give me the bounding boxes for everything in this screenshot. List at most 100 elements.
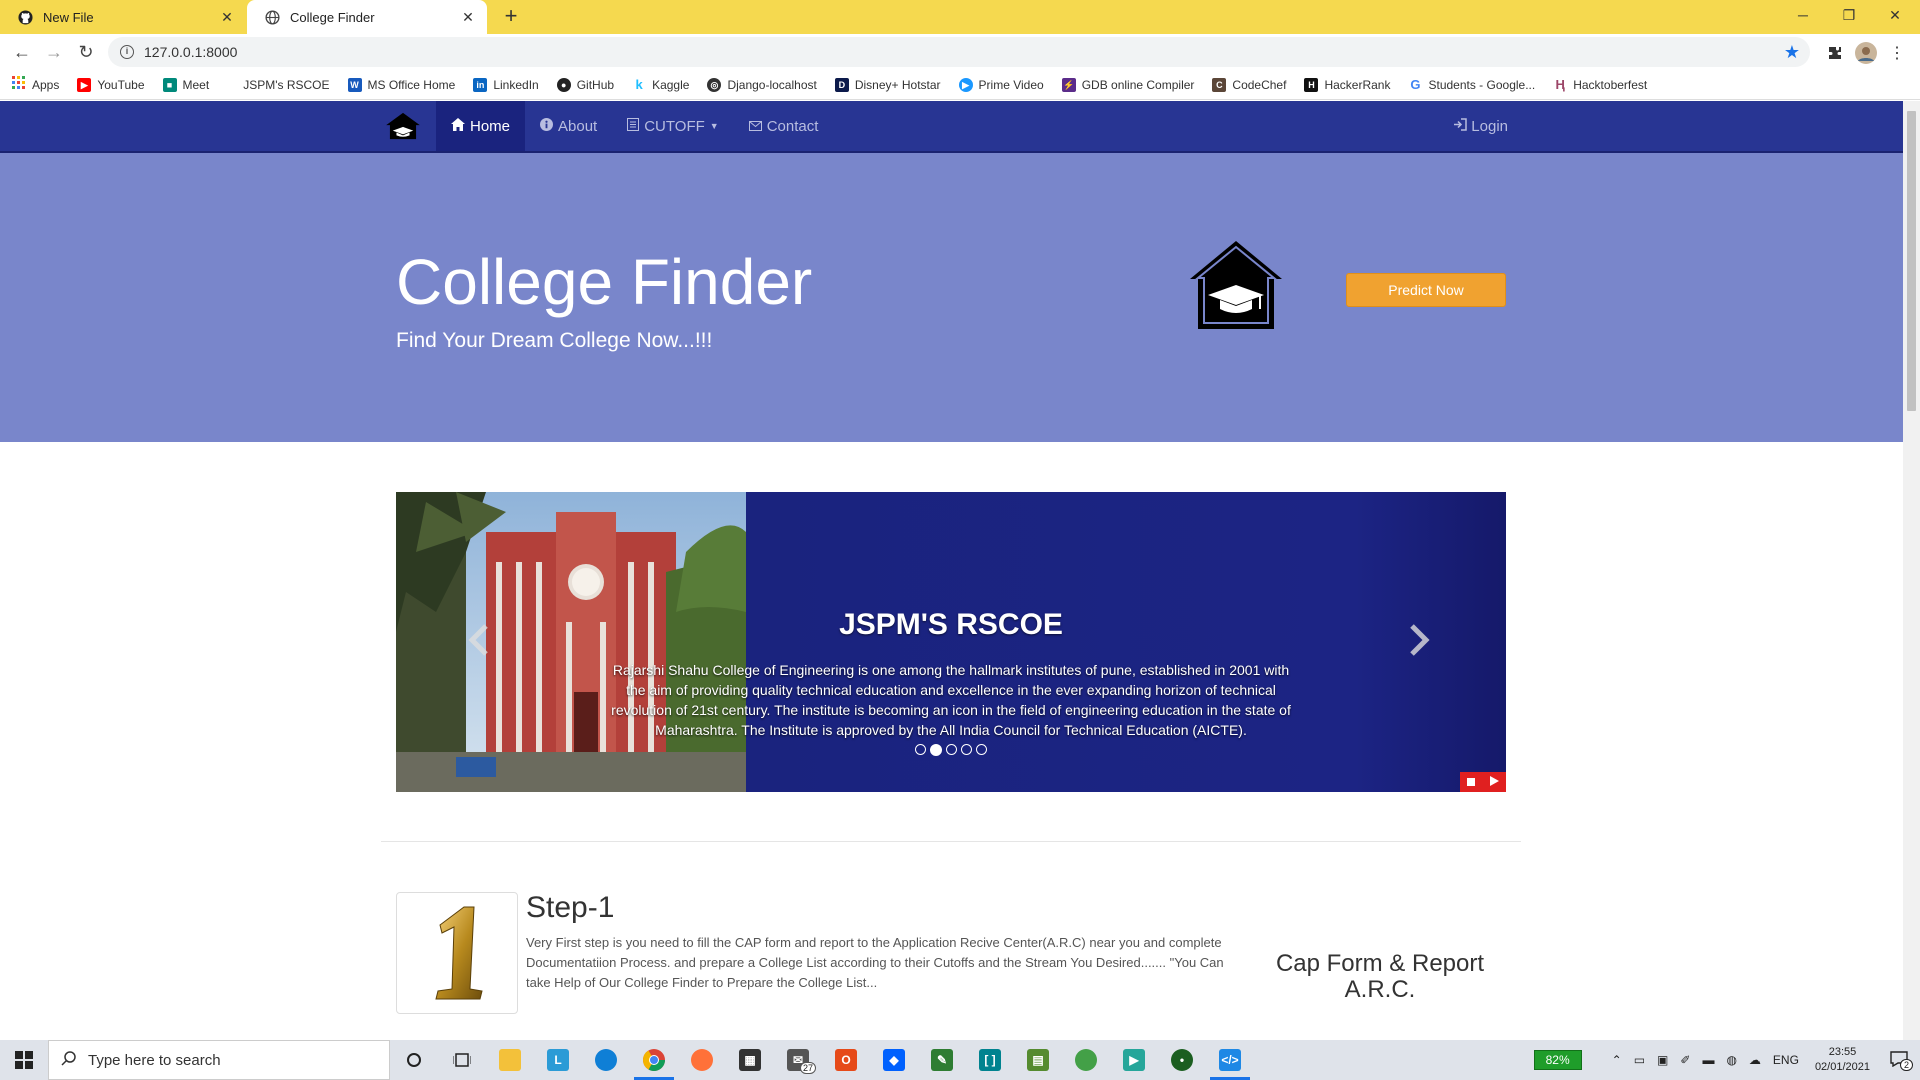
taskbar-search[interactable]: Type here to search (48, 1040, 390, 1080)
cortana-icon[interactable] (390, 1040, 438, 1080)
bookmark-students-google[interactable]: G Students - Google... (1408, 76, 1535, 92)
clock-time: 23:55 (1828, 1046, 1857, 1058)
nav-about[interactable]: About (525, 101, 612, 151)
back-icon[interactable]: ← (10, 40, 34, 64)
battery-icon[interactable]: ▬ (1702, 1053, 1714, 1067)
carousel-controls (1460, 772, 1506, 792)
bookmark-ms-office[interactable]: W MS Office Home (347, 77, 455, 92)
word-icon: W (347, 77, 362, 92)
forward-icon[interactable]: → (42, 40, 66, 64)
bookmark-label: CodeChef (1232, 77, 1287, 92)
google-icon: G (1410, 76, 1421, 92)
pen-tray-icon[interactable]: ✐ (1680, 1053, 1690, 1067)
hackerrank-icon: H (1304, 77, 1319, 92)
profile-avatar[interactable] (1855, 42, 1877, 64)
nav-login[interactable]: Login (1453, 101, 1508, 151)
bookmark-label: GitHub (576, 77, 615, 92)
start-button[interactable] (0, 1040, 48, 1080)
carousel-prev-icon[interactable] (464, 620, 494, 660)
list-icon (627, 118, 640, 134)
bookmark-codechef[interactable]: C CodeChef (1212, 77, 1287, 92)
bookmark-hackerrank[interactable]: H HackerRank (1304, 77, 1390, 92)
minimize-icon[interactable]: ─ (1780, 0, 1826, 30)
file-explorer-icon[interactable] (486, 1040, 534, 1080)
battery-indicator[interactable]: 82% (1533, 1050, 1582, 1070)
chrome-icon[interactable] (630, 1040, 678, 1080)
meet-tray-icon[interactable]: ▭ (1634, 1053, 1645, 1067)
bookmark-star-icon[interactable]: ★ (1784, 42, 1800, 63)
new-tab-button[interactable]: + (498, 4, 524, 30)
bookmark-hotstar[interactable]: D Disney+ Hotstar (834, 77, 941, 92)
reload-icon[interactable]: ↻ (74, 40, 98, 64)
close-window-icon[interactable]: ✕ (1872, 0, 1918, 30)
cloud-icon[interactable]: ☁ (1749, 1053, 1761, 1067)
nav-contact[interactable]: Contact (734, 101, 834, 151)
carousel-dot[interactable] (961, 744, 972, 755)
bookmark-apps[interactable]: Apps (12, 76, 59, 93)
calendar-tray-icon[interactable]: ▣ (1657, 1053, 1668, 1067)
login-icon (1453, 117, 1468, 135)
bookmark-prime-video[interactable]: ▶ Prime Video (958, 77, 1044, 92)
carousel-next-icon[interactable] (1404, 620, 1434, 660)
close-tab-icon[interactable]: ✕ (220, 9, 234, 26)
carousel-caption: JSPM'S RSCOE Rajarshi Shahu College of E… (606, 608, 1296, 740)
carousel-dot[interactable] (946, 744, 957, 755)
address-bar[interactable]: i 127.0.0.1:8000 ★ (108, 37, 1810, 67)
predict-now-button[interactable]: Predict Now (1346, 273, 1506, 307)
bookmark-rscoe[interactable]: JSPM's RSCOE (243, 78, 329, 92)
bookmark-hacktoberfest[interactable]: Ⱨ Hacktoberfest (1553, 77, 1648, 92)
bookmark-meet[interactable]: ■ Meet (162, 77, 209, 92)
carousel-dot-active[interactable] (930, 744, 942, 756)
bookmark-gdb[interactable]: ⚡ GDB online Compiler (1061, 77, 1194, 92)
github-icon (18, 9, 33, 25)
bookmark-django[interactable]: ◎ Django-localhost (707, 77, 817, 92)
firefox-icon[interactable] (678, 1040, 726, 1080)
tab-college-finder[interactable]: College Finder ✕ (247, 0, 487, 34)
bookmark-github[interactable]: ● GitHub (556, 77, 615, 92)
mail-icon[interactable]: ✉ 27 (774, 1040, 822, 1080)
tab-new-file[interactable]: New File ✕ (0, 0, 246, 34)
media-app-icon[interactable]: ▶ (1110, 1040, 1158, 1080)
store-icon[interactable]: ▦ (726, 1040, 774, 1080)
nav-home[interactable]: Home (436, 101, 526, 151)
close-tab-icon[interactable]: ✕ (461, 9, 475, 26)
carousel-dot[interactable] (915, 744, 926, 755)
bracket-app-icon[interactable]: [ ] (966, 1040, 1014, 1080)
bookmark-label: Django-localhost (727, 77, 817, 92)
nav-home-label: Home (470, 117, 511, 135)
bookmark-youtube[interactable]: ▶ YouTube (77, 77, 145, 92)
leaf-app-icon[interactable] (1062, 1040, 1110, 1080)
nav-cutoff-dropdown[interactable]: CUTOFF ▼ (612, 101, 733, 151)
menu-dots-icon[interactable]: ⋮ (1886, 42, 1908, 64)
chart-app-icon[interactable]: ▤ (1014, 1040, 1062, 1080)
dropbox-icon[interactable]: ◆ (870, 1040, 918, 1080)
mail-badge: 27 (800, 1062, 817, 1074)
gdb-icon: ⚡ (1061, 77, 1076, 92)
brand-logo[interactable] (370, 101, 436, 151)
scrollbar-thumb[interactable] (1907, 111, 1916, 411)
bookmark-linkedin[interactable]: in LinkedIn (473, 77, 539, 92)
github-icon: ● (556, 77, 571, 92)
carousel-dot[interactable] (976, 744, 987, 755)
task-view-icon[interactable] (438, 1040, 486, 1080)
notification-icon[interactable]: 2 (1890, 1050, 1914, 1071)
clock[interactable]: 23:55 02/01/2021 (1815, 1045, 1870, 1075)
restore-icon[interactable]: ❐ (1826, 0, 1872, 30)
play-icon[interactable] (1489, 773, 1499, 791)
vscode-icon[interactable]: </> (1206, 1040, 1254, 1080)
extensions-icon[interactable] (1824, 42, 1846, 64)
site-info-icon[interactable]: i (120, 45, 134, 59)
app-l-icon[interactable]: L (534, 1040, 582, 1080)
network-icon[interactable]: ◍ (1726, 1053, 1736, 1067)
mongodb-icon[interactable]: • (1158, 1040, 1206, 1080)
pen-app-icon[interactable]: ✎ (918, 1040, 966, 1080)
url-text[interactable]: 127.0.0.1:8000 (144, 44, 1784, 60)
page-scrollbar[interactable] (1903, 101, 1920, 1040)
stop-icon[interactable] (1467, 773, 1476, 791)
language-indicator[interactable]: ENG (1773, 1053, 1799, 1067)
carousel-heading: JSPM'S RSCOE (839, 608, 1063, 641)
bookmark-kaggle[interactable]: k Kaggle (632, 77, 689, 92)
chevron-up-icon[interactable]: ⌃ (1612, 1053, 1622, 1067)
office-icon[interactable]: O (822, 1040, 870, 1080)
edge-icon[interactable] (582, 1040, 630, 1080)
